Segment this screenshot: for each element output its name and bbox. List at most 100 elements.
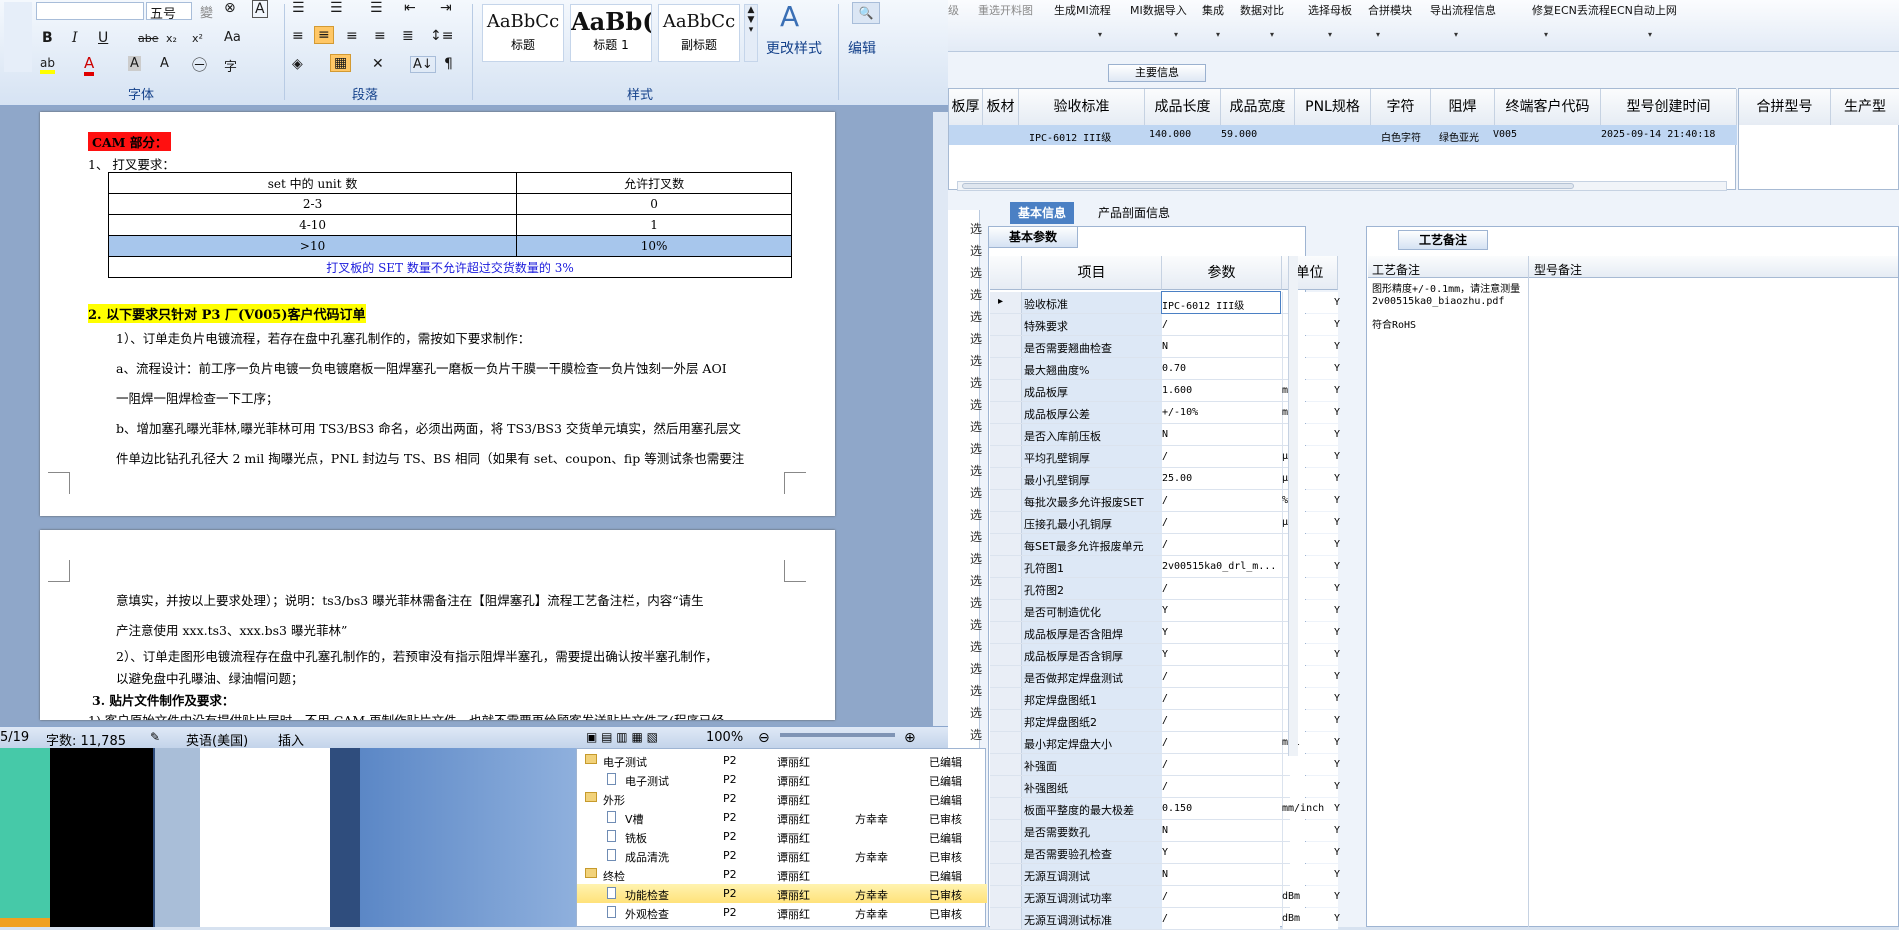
char-shading-icon[interactable]: A: [128, 56, 141, 71]
bold-icon[interactable]: B: [42, 30, 53, 46]
dropdown-arrow-icon[interactable]: ▾: [1648, 30, 1652, 39]
tree-row[interactable]: 终检 P2 谭丽红 已编辑: [577, 865, 987, 884]
params-row[interactable]: 成品板厚公差+/-10%mmY: [990, 402, 1340, 424]
param-value[interactable]: /: [1162, 913, 1280, 924]
tree-row[interactable]: 外形 P2 谭丽红 已编辑: [577, 789, 987, 808]
grid-header[interactable]: PNL规格: [1295, 89, 1371, 125]
grid-header[interactable]: 板厚: [949, 89, 983, 125]
toolbar-item[interactable]: MI数据导入: [1130, 2, 1187, 18]
params-row[interactable]: 是否可制造优化 Y Y: [990, 600, 1340, 622]
toolbar-item[interactable]: 修复ECN丢流程: [1532, 2, 1610, 18]
page-count[interactable]: 5/19: [0, 730, 29, 745]
combine-grid[interactable]: 合拼型号 生产型: [1738, 88, 1899, 190]
grid-header[interactable]: 成品长度: [1145, 89, 1221, 125]
toolbar-item[interactable]: ECN自动上网: [1610, 2, 1677, 18]
word-vertical-scrollbar[interactable]: [933, 112, 948, 726]
param-value[interactable]: /: [1162, 495, 1280, 506]
tree-row[interactable]: 成品清洗 P2 谭丽红 方幸幸 已审核: [577, 846, 987, 865]
zoom-in-icon[interactable]: ⊕: [904, 730, 916, 746]
params-row[interactable]: 成品板厚1.600mmY: [990, 380, 1340, 402]
phonetic-icon[interactable]: 變: [200, 2, 213, 21]
param-value[interactable]: 0.150: [1162, 803, 1280, 814]
style-subtitle[interactable]: AaBbCc 副标题: [658, 4, 740, 62]
underline-icon[interactable]: U: [98, 30, 108, 46]
grid-header[interactable]: 合拼型号: [1739, 89, 1831, 125]
tab-craft-notes[interactable]: 工艺备注: [1398, 230, 1488, 250]
font-color-icon[interactable]: A: [84, 54, 95, 76]
numbering-icon[interactable]: ☰: [330, 0, 343, 16]
grid-row-selected[interactable]: IPC-6012 III级 140.000 59.000 白色字符 绿色亚光 V005 20…: [949, 125, 1737, 145]
grid-cell[interactable]: IPC-6012 III级: [1029, 129, 1111, 144]
param-value[interactable]: N: [1162, 825, 1280, 836]
params-row[interactable]: 是否需要数孔 N Y: [990, 820, 1340, 842]
params-row[interactable]: 成品板厚是否含铜厚 Y Y: [990, 644, 1340, 666]
show-marks-icon[interactable]: ¶: [444, 56, 453, 72]
param-value[interactable]: N: [1162, 341, 1280, 352]
tree-row[interactable]: 电子测试 P2 谭丽红 已编辑: [577, 770, 987, 789]
change-case-icon[interactable]: Aa: [224, 30, 241, 45]
param-value[interactable]: Y: [1162, 649, 1280, 660]
params-row[interactable]: 是否需要翘曲检查 N Y: [990, 336, 1340, 358]
toolbar-item[interactable]: 集成: [1202, 2, 1224, 18]
tree-row[interactable]: 电子测试 P2 谭丽红 已编辑: [577, 751, 987, 770]
subscript-icon[interactable]: x₂: [166, 32, 177, 45]
param-value[interactable]: /: [1162, 319, 1280, 330]
style-heading1[interactable]: AaBb(标题 1: [570, 4, 652, 62]
bullets-icon[interactable]: ☰: [292, 0, 305, 16]
param-value[interactable]: /: [1162, 759, 1280, 770]
params-row[interactable]: 成品板厚是否含阻焊 Y Y: [990, 622, 1340, 644]
italic-icon[interactable]: I: [72, 30, 78, 46]
toolbar-item[interactable]: 生成MI流程: [1054, 2, 1111, 18]
change-styles-icon[interactable]: A: [780, 0, 799, 33]
params-row[interactable]: 是否入库前压板 N Y: [990, 424, 1340, 446]
param-value[interactable]: /: [1162, 715, 1280, 726]
param-value[interactable]: /: [1162, 539, 1280, 550]
sort-icon[interactable]: A↓: [410, 56, 436, 73]
param-value[interactable]: N: [1162, 429, 1280, 440]
tab-profile-info[interactable]: 产品剖面信息: [1090, 202, 1178, 224]
view-buttons-icon[interactable]: ▣ ▤ ▥ ▦ ▧: [586, 730, 658, 744]
params-row[interactable]: 是否做邦定焊盘测试 / Y: [990, 666, 1340, 688]
params-row[interactable]: 无源互调测试功率 / dBm Y: [990, 886, 1340, 908]
param-value[interactable]: /: [1162, 583, 1280, 594]
params-row[interactable]: 邦定焊盘图纸1 / Y: [990, 688, 1340, 710]
line-spacing-icon[interactable]: ↕≡: [430, 28, 453, 44]
chinese-layout-icon[interactable]: ✕: [372, 56, 384, 72]
grid-cell[interactable]: 59.000: [1221, 129, 1257, 140]
tree-row[interactable]: 铣板 P2 谭丽红 已编辑: [577, 827, 987, 846]
grid-cell[interactable]: 2025-09-14 21:40:18: [1601, 129, 1715, 140]
grid-header[interactable]: 板材: [983, 89, 1019, 125]
param-value[interactable]: /: [1162, 451, 1280, 462]
param-value[interactable]: 25.00: [1162, 473, 1280, 484]
col-craft-note[interactable]: 工艺备注: [1372, 261, 1420, 278]
align-left-icon[interactable]: ≡: [292, 28, 304, 44]
border-icon[interactable]: ▦: [330, 54, 352, 72]
multilevel-icon[interactable]: ☰: [370, 0, 383, 16]
binoculars-icon[interactable]: 🔍: [852, 2, 880, 24]
doc-page-2[interactable]: 意填实，并按以上要求处理）；说明：ts3/bs3 曝光菲林需备注在【阻焊塞孔】流…: [40, 530, 835, 720]
dropdown-arrow-icon[interactable]: ▾: [1174, 30, 1178, 39]
style-gallery-more-icon[interactable]: ▲ ▼ ▾: [744, 4, 758, 62]
font-size-box[interactable]: 五号: [146, 2, 192, 22]
param-value[interactable]: Y: [1162, 605, 1280, 616]
grid-header[interactable]: 生产型: [1831, 89, 1899, 125]
param-value[interactable]: /: [1162, 737, 1280, 748]
insert-mode[interactable]: 插入: [278, 730, 304, 749]
grid-header[interactable]: 字符: [1371, 89, 1431, 125]
tree-row[interactable]: V槽 P2 谭丽红 方幸幸 已审核: [577, 808, 987, 827]
char-scale-icon[interactable]: A: [160, 56, 169, 71]
clear-format-icon[interactable]: ⊗: [224, 0, 236, 16]
tree-row[interactable]: 功能检查 P2 谭丽红 方幸幸 已审核: [577, 884, 987, 903]
params-row[interactable]: 无源互调测试 N Y: [990, 864, 1340, 886]
params-row[interactable]: 每批次最多允许报废SET /% Y: [990, 490, 1340, 512]
scroll-thumb[interactable]: [962, 183, 1574, 189]
char-border-icon[interactable]: A: [252, 0, 268, 18]
param-value[interactable]: IPC-6012 III级: [1162, 297, 1280, 312]
params-header[interactable]: 项目: [1022, 256, 1162, 290]
param-value[interactable]: 2v00515ka0_drl_m...: [1162, 561, 1280, 572]
distribute-icon[interactable]: ≣: [402, 28, 414, 44]
toolbar-item[interactable]: 级: [948, 2, 959, 18]
enclosed-char-icon[interactable]: ㊀: [192, 54, 207, 75]
tab-basic-info[interactable]: 基本信息: [1010, 202, 1075, 224]
change-styles-button[interactable]: 更改样式: [766, 38, 822, 58]
